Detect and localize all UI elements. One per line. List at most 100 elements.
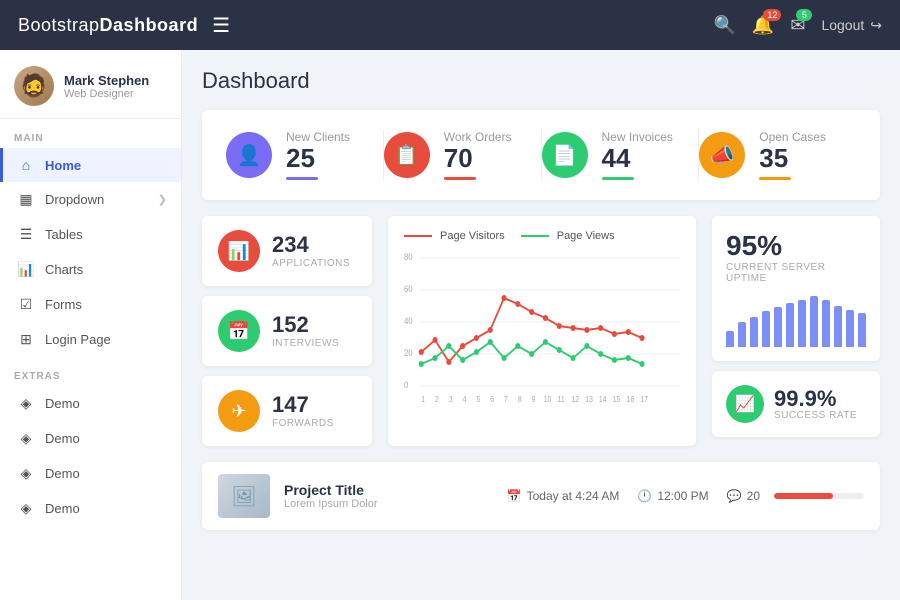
stat-label-open-cases: Open Cases: [759, 130, 826, 144]
svg-text:3: 3: [449, 395, 453, 405]
svg-text:13: 13: [585, 395, 593, 405]
bar-1: [726, 331, 734, 348]
svg-text:2: 2: [435, 395, 439, 405]
success-icon: 📈: [726, 385, 764, 423]
sidebar-item-charts[interactable]: 📊 Charts: [0, 252, 181, 287]
uptime-card: 95% CURRENT SERVER UPTIME: [712, 216, 880, 361]
project-card: 🖼 Project Title Lorem Ipsum Dolor 📅 Toda…: [202, 462, 880, 530]
project-time: 📅 Today at 4:24 AM: [507, 489, 620, 503]
user-role: Web Designer: [64, 88, 149, 100]
stat-new-clients: 👤 New Clients 25: [226, 130, 383, 180]
interviews-icon: 📅: [218, 310, 260, 352]
demo1-icon: ◈: [17, 395, 35, 412]
sidebar-main-label: MAIN: [0, 119, 181, 148]
sidebar-item-login[interactable]: ⊞ Login Page: [0, 322, 181, 357]
svg-text:8: 8: [518, 395, 522, 405]
uptime-percent: 95%: [726, 230, 866, 262]
project-clock: 🕛 12:00 PM: [637, 489, 708, 503]
small-card-applications: 📊 234 APPLICATIONS: [202, 216, 372, 286]
hamburger-icon[interactable]: ☰: [212, 13, 230, 38]
sidebar-item-home[interactable]: ⌂ Home: [0, 148, 181, 182]
progress-bar-outer: [774, 493, 864, 499]
bar-11: [846, 310, 854, 347]
sidebar-item-home-label: Home: [45, 158, 167, 173]
sidebar-item-tables-label: Tables: [45, 227, 167, 242]
calendar-icon: 📅: [507, 489, 522, 503]
comment-icon: 💬: [727, 489, 742, 503]
demo2-icon: ◈: [17, 430, 35, 447]
small-cards-col: 📊 234 APPLICATIONS 📅 152 INTERVIEWS ✈: [202, 216, 372, 446]
middle-row: 📊 234 APPLICATIONS 📅 152 INTERVIEWS ✈: [202, 216, 880, 446]
project-subtitle: Lorem Ipsum Dolor: [284, 498, 493, 510]
svg-text:12: 12: [571, 395, 579, 405]
user-name: Mark Stephen: [64, 73, 149, 88]
avatar: 🧔: [14, 66, 54, 106]
sidebar-extras-label: EXTRAS: [0, 357, 181, 386]
dropdown-icon: ▦: [17, 191, 35, 208]
project-meta: 📅 Today at 4:24 AM 🕛 12:00 PM 💬 20: [507, 489, 760, 503]
interviews-value: 152: [272, 314, 339, 336]
small-card-forwards: ✈ 147 FORWARDS: [202, 376, 372, 446]
notifications-button[interactable]: 🔔 12: [752, 15, 774, 36]
bar-8: [810, 296, 818, 347]
sidebar-item-forms[interactable]: ☑ Forms: [0, 287, 181, 322]
legend-views: Page Views: [521, 230, 615, 242]
stat-new-invoices: 📄 New Invoices 44: [542, 130, 699, 180]
svg-text:6: 6: [490, 395, 494, 405]
logout-icon: ↪: [870, 17, 882, 34]
svg-text:14: 14: [599, 395, 607, 405]
svg-text:1: 1: [421, 395, 425, 405]
svg-text:11: 11: [558, 395, 565, 405]
sidebar-item-charts-label: Charts: [45, 262, 167, 277]
stat-value-new-clients: 25: [286, 144, 350, 173]
success-percent: 99.9%: [774, 388, 857, 410]
svg-text:5: 5: [476, 395, 480, 405]
search-button[interactable]: 🔍: [714, 15, 736, 36]
messages-badge: 5: [796, 9, 812, 21]
stat-line-new-clients: [286, 177, 318, 180]
sidebar-item-tables[interactable]: ☰ Tables: [0, 217, 181, 252]
topnav: BootstrapDashboard ☰ 🔍 🔔 12 ✉ 5 Logout ↪: [0, 0, 900, 50]
stat-line-work-orders: [444, 177, 476, 180]
sidebar-item-demo-3[interactable]: ◈ Demo: [0, 456, 181, 491]
charts-icon: 📊: [17, 261, 35, 278]
stat-label-work-orders: Work Orders: [444, 130, 512, 144]
stat-icon-open-cases: 📣: [699, 132, 745, 178]
stat-value-open-cases: 35: [759, 144, 826, 173]
bar-10: [834, 306, 842, 347]
messages-button[interactable]: ✉ 5: [790, 15, 805, 36]
sidebar-item-demo-4[interactable]: ◈ Demo: [0, 491, 181, 526]
project-thumbnail: 🖼: [218, 474, 270, 518]
stat-line-new-invoices: [602, 177, 634, 180]
bar-6: [786, 303, 794, 347]
svg-text:9: 9: [532, 395, 536, 405]
clock-icon: 🕛: [637, 489, 652, 503]
demo4-icon: ◈: [17, 500, 35, 517]
svg-text:60: 60: [404, 283, 413, 294]
bar-9: [822, 300, 830, 347]
stats-row: 👤 New Clients 25 📋 Work Orders 70: [202, 110, 880, 200]
forms-icon: ☑: [17, 296, 35, 313]
stat-label-new-invoices: New Invoices: [602, 130, 673, 144]
logout-button[interactable]: Logout ↪: [821, 17, 882, 34]
sidebar-item-dropdown[interactable]: ▦ Dropdown ❯: [0, 182, 181, 217]
applications-icon: 📊: [218, 230, 260, 272]
uptime-label: CURRENT SERVER UPTIME: [726, 262, 866, 284]
bar-12: [858, 313, 866, 347]
forwards-icon: ✈: [218, 390, 260, 432]
applications-value: 234: [272, 234, 350, 256]
forwards-value: 147: [272, 394, 334, 416]
stat-open-cases: 📣 Open Cases 35: [699, 130, 856, 180]
uptime-bar-chart: [726, 292, 866, 347]
line-chart-svg: 80 60 40 20 0 1 2 3 4 5: [404, 250, 680, 410]
project-comments: 💬 20: [727, 489, 760, 503]
stat-icon-work-orders: 📋: [384, 132, 430, 178]
svg-text:10: 10: [544, 395, 552, 405]
tables-icon: ☰: [17, 226, 35, 243]
sidebar-item-demo-1[interactable]: ◈ Demo: [0, 386, 181, 421]
demo3-icon: ◈: [17, 465, 35, 482]
small-card-interviews: 📅 152 INTERVIEWS: [202, 296, 372, 366]
brand-name: BootstrapDashboard: [18, 15, 198, 36]
sidebar-item-demo-2[interactable]: ◈ Demo: [0, 421, 181, 456]
svg-text:0: 0: [404, 379, 409, 390]
